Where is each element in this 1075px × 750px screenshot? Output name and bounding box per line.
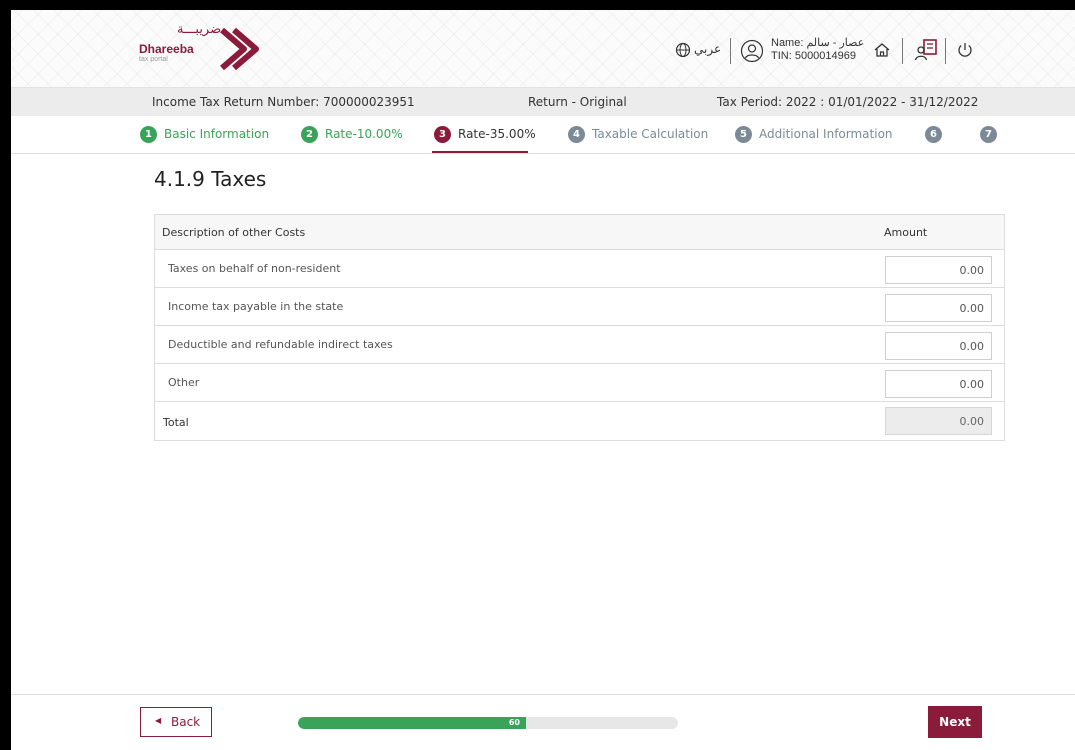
- column-header-description: Description of other Costs: [162, 226, 306, 239]
- footer-divider: [11, 694, 1075, 695]
- table-row: Taxes on behalf of non-resident: [155, 250, 1004, 288]
- row-label: Taxes on behalf of non-resident: [168, 262, 341, 275]
- step-number-badge: 2: [301, 126, 318, 143]
- step-number-badge: 1: [140, 126, 157, 143]
- next-button[interactable]: Next: [928, 706, 982, 738]
- top-header: ضريبـــة Dhareeba tax portal عربي Name: …: [11, 10, 1075, 88]
- logo-subtitle: tax portal: [139, 56, 168, 63]
- app-window: ضريبـــة Dhareeba tax portal عربي Name: …: [11, 10, 1075, 750]
- step-number-badge: 5: [735, 126, 752, 143]
- table-header: Description of other Costs Amount: [155, 215, 1004, 250]
- amount-input-non-resident-taxes[interactable]: [885, 256, 992, 284]
- header-divider: [902, 38, 903, 64]
- header-divider: [730, 38, 731, 64]
- language-switch-link[interactable]: عربي: [694, 42, 721, 56]
- amount-input-income-tax-payable[interactable]: [885, 294, 992, 322]
- power-icon[interactable]: [956, 41, 974, 59]
- row-label: Other: [168, 376, 200, 389]
- section-title: 4.1.9 Taxes: [154, 167, 267, 191]
- progress-bar: 60: [298, 717, 678, 729]
- step-label: Rate-10.00%: [325, 127, 403, 141]
- dhareeba-mark-icon: [220, 27, 259, 71]
- step-number-badge: 4: [568, 126, 585, 143]
- return-info-bar: Income Tax Return Number: 700000023951 R…: [11, 88, 1075, 116]
- globe-icon[interactable]: [675, 42, 691, 58]
- return-number: Income Tax Return Number: 700000023951: [152, 95, 415, 109]
- step-label: Rate-35.00%: [458, 127, 536, 141]
- user-tin-text: TIN: 5000014969: [771, 50, 857, 62]
- active-step-indicator: [432, 151, 528, 153]
- return-type: Return - Original: [528, 95, 627, 109]
- back-arrow-icon: ◀: [155, 716, 162, 725]
- progress-percent-text: 60: [508, 718, 520, 727]
- taxes-table: Description of other Costs Amount Taxes …: [154, 214, 1005, 441]
- column-header-amount: Amount: [884, 226, 928, 239]
- table-row: Income tax payable in the state: [155, 288, 1004, 326]
- logo-english-text: Dhareeba: [139, 42, 194, 56]
- total-label: Total: [163, 416, 189, 429]
- step-label: Taxable Calculation: [592, 127, 709, 141]
- tax-period: Tax Period: 2022 : 01/01/2022 - 31/12/20…: [717, 95, 979, 109]
- table-total-row: Total: [155, 402, 1004, 440]
- messages-icon[interactable]: [914, 38, 938, 62]
- step-label: Basic Information: [164, 127, 270, 141]
- row-label: Income tax payable in the state: [168, 300, 344, 313]
- user-avatar-icon[interactable]: [740, 39, 764, 63]
- dhareeba-logo[interactable]: ضريبـــة Dhareeba tax portal: [139, 22, 269, 78]
- total-amount-field: [885, 407, 992, 435]
- user-name-text: Name: عصار - سالم: [771, 37, 865, 49]
- step-number-badge: 3: [434, 126, 451, 143]
- back-button-label: Back: [171, 715, 201, 729]
- step-number-badge: 6: [925, 126, 942, 143]
- row-label: Deductible and refundable indirect taxes: [168, 338, 393, 351]
- step-label: Additional Information: [759, 127, 893, 141]
- back-button[interactable]: ◀ Back: [140, 707, 212, 737]
- step-number-badge: 7: [980, 126, 997, 143]
- amount-input-other[interactable]: [885, 370, 992, 398]
- home-icon[interactable]: [873, 41, 891, 59]
- amount-input-indirect-taxes[interactable]: [885, 332, 992, 360]
- header-divider: [945, 38, 946, 64]
- table-row: Deductible and refundable indirect taxes: [155, 326, 1004, 364]
- wizard-steps: 1 Basic Information 2 Rate-10.00% 3 Rate…: [11, 116, 1075, 154]
- table-row: Other: [155, 364, 1004, 402]
